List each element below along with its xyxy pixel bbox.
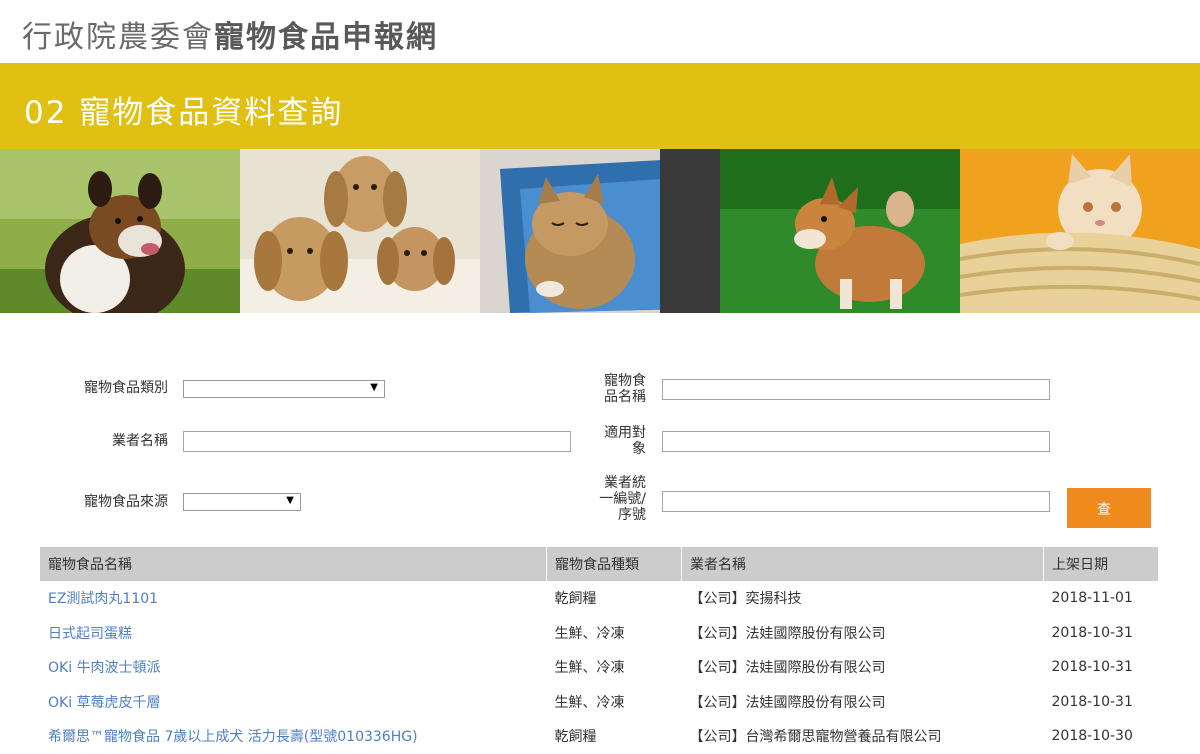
site-header: 行政院農委會寵物食品申報網 [0,0,1200,63]
table-row: EZ測試肉丸1101 乾飼糧 【公司】奕揚科技 2018-11-01 [40,581,1159,616]
product-link[interactable]: OKi 草莓虎皮千層 [48,695,161,711]
product-name-input[interactable] [662,379,1050,400]
photo-shiba-puppy [720,149,960,313]
product-type: 生鮮、冷凍 [554,660,625,677]
category-label: 寵物食品類別 [84,380,168,396]
product-type: 生鮮、冷凍 [554,625,625,642]
vendor-label: 業者名稱 [112,433,168,449]
section-banner: 02 寵物食品資料查詢 [0,63,1200,149]
category-select[interactable]: ▼ [183,380,385,398]
product-type: 乾飼糧 [554,729,597,746]
product-link[interactable]: 日式起司蛋糕 [48,626,132,642]
listing-date: 2018-10-31 [1051,659,1133,676]
search-form: 寵物食品類別 ▼ 寵物食品名稱 業者名稱 適用對象 寵物食品來源 ▼ 業者統一編… [0,313,1200,557]
target-input[interactable] [662,431,1050,452]
photo-dachshund-puppies [240,149,480,313]
table-row: OKi 牛肉波士頓派 生鮮、冷凍 【公司】法娃國際股份有限公司 2018-10-… [40,650,1159,685]
vendor-name: 【公司】法娃國際股份有限公司 [689,625,886,642]
product-name-label: 寵物食品名稱 [604,373,646,405]
tax-id-label: 業者統一編號/序號 [599,475,646,523]
table-row: OKi 草莓虎皮千層 生鮮、冷凍 【公司】法娃國際股份有限公司 2018-10-… [40,685,1159,720]
target-label: 適用對象 [604,425,646,457]
col-header-vendor[interactable]: 業者名稱 [681,547,1044,581]
photo-collie-dog [0,149,240,313]
query-button[interactable]: 查詢 [1067,488,1151,557]
vendor-name: 【公司】台灣希爾思寵物營養品有限公司 [689,729,942,746]
section-title: 02 寵物食品資料查詢 [24,95,344,131]
results-table: 寵物食品名稱 寵物食品種類 業者名稱 上架日期 EZ測試肉丸1101 乾飼糧 【… [40,547,1159,754]
chevron-down-icon: ▼ [286,495,294,506]
listing-date: 2018-10-31 [1051,693,1133,710]
product-link[interactable]: OKi 牛肉波士頓派 [48,660,161,676]
product-type: 乾飼糧 [554,591,597,608]
photo-tabby-kitten [480,149,720,313]
chevron-down-icon: ▼ [370,382,378,393]
table-header-row: 寵物食品名稱 寵物食品種類 業者名稱 上架日期 [40,547,1159,581]
source-select[interactable]: ▼ [183,493,301,511]
site-title-name: 寵物食品申報網 [214,20,438,55]
listing-date: 2018-10-31 [1051,624,1133,641]
vendor-name: 【公司】法娃國際股份有限公司 [689,694,886,711]
listing-date: 2018-10-30 [1051,728,1133,745]
site-title[interactable]: 行政院農委會寵物食品申報網 [22,12,438,56]
table-row: 希爾思™寵物食品 7歲以上成犬 活力長壽(型號010336HG) 乾飼糧 【公司… [40,719,1159,754]
tax-id-input[interactable] [662,491,1050,512]
table-row: 日式起司蛋糕 生鮮、冷凍 【公司】法娃國際股份有限公司 2018-10-31 [40,616,1159,651]
col-header-product-type[interactable]: 寵物食品種類 [546,547,682,581]
product-type: 生鮮、冷凍 [554,694,625,711]
site-title-agency: 行政院農委會 [22,20,214,55]
col-header-date[interactable]: 上架日期 [1043,547,1159,581]
vendor-input[interactable] [183,431,571,452]
col-header-product-name[interactable]: 寵物食品名稱 [40,547,547,581]
source-label: 寵物食品來源 [84,494,168,510]
photo-strip [0,149,1200,313]
photo-cat-in-basket [960,149,1200,313]
vendor-name: 【公司】法娃國際股份有限公司 [689,660,886,677]
product-link[interactable]: 希爾思™寵物食品 7歲以上成犬 活力長壽(型號010336HG) [48,729,418,745]
listing-date: 2018-11-01 [1051,590,1133,607]
vendor-name: 【公司】奕揚科技 [689,591,802,608]
product-link[interactable]: EZ測試肉丸1101 [48,591,158,607]
